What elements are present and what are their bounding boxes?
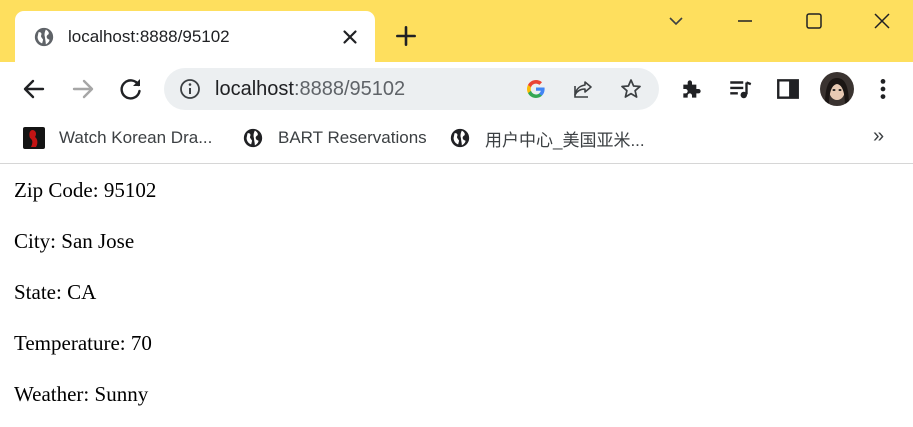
tab-search-chevron-icon[interactable] bbox=[661, 6, 691, 36]
close-tab-icon[interactable] bbox=[339, 26, 361, 48]
zip-code-text: Zip Code: 95102 bbox=[14, 178, 157, 202]
close-window-icon[interactable] bbox=[867, 6, 897, 36]
profile-avatar[interactable] bbox=[820, 72, 854, 106]
avatar-image bbox=[820, 72, 854, 106]
weather-text: Weather: Sunny bbox=[14, 382, 149, 406]
browser-toolbar: localhost:8888/95102 bbox=[0, 62, 913, 116]
bookmark-item-bart[interactable]: BART Reservations bbox=[242, 125, 427, 151]
media-controls-icon[interactable] bbox=[727, 76, 753, 102]
address-url[interactable]: localhost:8888/95102 bbox=[215, 78, 405, 100]
url-path: :8888/95102 bbox=[293, 78, 406, 100]
globe-icon bbox=[450, 128, 470, 148]
bookmark-label: Watch Korean Dra... bbox=[59, 128, 213, 147]
bookmarks-bar: Watch Korean Dra... BART Reservations 用户… bbox=[0, 116, 913, 164]
drama-site-icon bbox=[23, 127, 45, 149]
more-menu-icon[interactable] bbox=[870, 76, 896, 102]
state-text: State: CA bbox=[14, 280, 97, 304]
bookmark-star-icon[interactable] bbox=[619, 77, 643, 101]
bookmark-item-korean-drama[interactable]: Watch Korean Dra... bbox=[23, 125, 212, 151]
forward-arrow-icon[interactable] bbox=[69, 75, 97, 103]
title-bar: localhost:8888/95102 bbox=[0, 0, 913, 62]
reload-icon[interactable] bbox=[117, 75, 145, 103]
tab-title: localhost:8888/95102 bbox=[68, 27, 230, 46]
globe-icon bbox=[243, 128, 263, 148]
bookmark-label: 用户中心_美国亚米... bbox=[485, 130, 645, 150]
bookmarks-overflow-chevron[interactable]: » bbox=[873, 125, 884, 148]
side-panel-icon[interactable] bbox=[775, 76, 801, 102]
address-bar[interactable]: localhost:8888/95102 bbox=[164, 68, 659, 110]
extensions-puzzle-icon[interactable] bbox=[679, 76, 705, 102]
temperature-text: Temperature: 70 bbox=[14, 331, 152, 355]
url-host: localhost bbox=[215, 78, 294, 100]
share-icon[interactable] bbox=[571, 77, 595, 101]
bookmark-label: BART Reservations bbox=[278, 128, 427, 147]
new-tab-icon[interactable] bbox=[393, 23, 419, 49]
maximize-icon[interactable] bbox=[799, 6, 829, 36]
site-info-icon[interactable] bbox=[178, 77, 202, 101]
back-arrow-icon[interactable] bbox=[20, 75, 48, 103]
globe-icon bbox=[34, 27, 54, 47]
minimize-icon[interactable] bbox=[730, 6, 760, 36]
browser-tab[interactable]: localhost:8888/95102 bbox=[15, 11, 375, 62]
bookmark-item-yami[interactable]: 用户中心_美国亚米... bbox=[449, 125, 645, 151]
city-text: City: San Jose bbox=[14, 229, 135, 253]
google-lens-icon[interactable] bbox=[524, 77, 548, 101]
